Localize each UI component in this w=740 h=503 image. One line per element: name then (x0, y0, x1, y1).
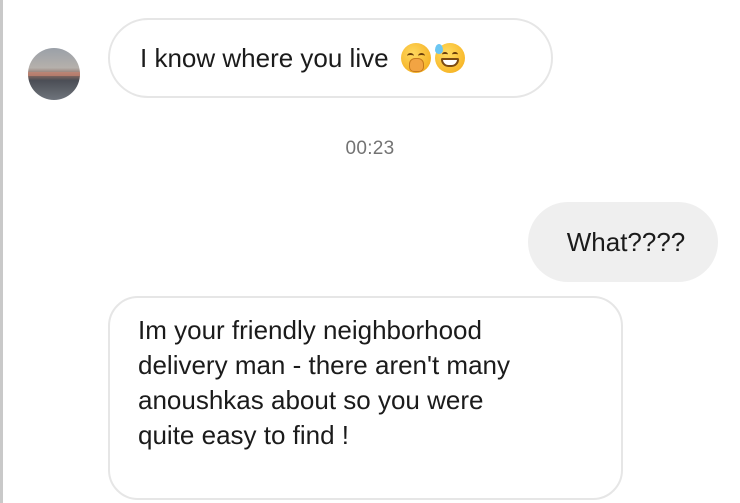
grinning-sweat-emoji-icon (434, 43, 465, 73)
message-text: I know where you live (140, 42, 389, 73)
message-text-line: anoushkas about so you were (138, 385, 484, 415)
window-edge (0, 0, 3, 503)
avatar-sunset-horizon (28, 72, 80, 76)
message-bubble-incoming[interactable]: Im your friendly neighborhood delivery m… (108, 296, 623, 500)
message-timestamp: 00:23 (345, 138, 395, 159)
message-text-line: Im your friendly neighborhood (138, 315, 482, 345)
message-text-line: delivery man - there aren't many (138, 350, 511, 380)
message-text: What???? (566, 226, 686, 257)
message-bubble-incoming[interactable]: I know where you live (108, 18, 553, 98)
message-bubble-outgoing[interactable]: What???? (528, 202, 718, 282)
avatar[interactable] (28, 48, 80, 100)
shushing-face-emoji-icon (400, 43, 431, 73)
message-text-line: quite easy to find ! (138, 420, 350, 450)
